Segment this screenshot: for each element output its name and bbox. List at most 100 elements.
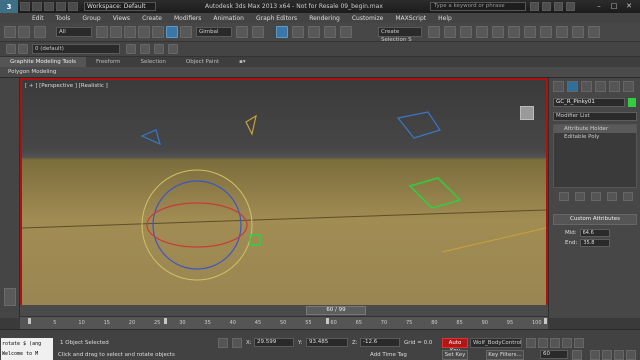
- motion-tab-icon[interactable]: [595, 81, 606, 92]
- open-file-icon[interactable]: [32, 2, 42, 11]
- rectangular-selection-icon[interactable]: [124, 26, 136, 38]
- remove-modifier-icon[interactable]: [607, 192, 617, 201]
- menu-group[interactable]: Group: [76, 15, 106, 22]
- current-frame-field[interactable]: 60: [540, 350, 568, 359]
- menu-customize[interactable]: Customize: [346, 15, 390, 22]
- named-selection-set-dropdown[interactable]: Create Selection S: [378, 27, 422, 43]
- display-tab-icon[interactable]: [609, 81, 620, 92]
- snaps-toggle-icon[interactable]: [276, 26, 288, 38]
- tab-selection[interactable]: Selection: [131, 57, 176, 67]
- curve-editor-icon[interactable]: [492, 26, 504, 38]
- select-scale-icon[interactable]: [180, 26, 192, 38]
- menu-help[interactable]: Help: [432, 15, 458, 22]
- tab-object-paint[interactable]: Object Paint: [176, 57, 229, 67]
- angle-snap-icon[interactable]: [292, 26, 304, 38]
- manage-layers-icon[interactable]: [6, 44, 16, 54]
- rendered-frame-icon[interactable]: [556, 26, 568, 38]
- ribbon-options-icon[interactable]: ▪▾: [229, 57, 256, 67]
- add-to-layer-icon[interactable]: [140, 44, 150, 54]
- select-rotate-icon[interactable]: [166, 26, 178, 38]
- undo-icon[interactable]: [4, 26, 16, 38]
- tab-graphite-modeling-tools[interactable]: Graphite Modeling Tools: [0, 57, 87, 67]
- previous-frame-icon[interactable]: [538, 338, 548, 348]
- show-end-result-icon[interactable]: [575, 192, 585, 201]
- modifier-list-dropdown[interactable]: Modifier List: [553, 112, 637, 121]
- pin-stack-icon[interactable]: [559, 192, 569, 201]
- visibility-icon[interactable]: [18, 44, 28, 54]
- custom-attributes-rollout[interactable]: Custom Attributes: [553, 214, 637, 225]
- perspective-viewport[interactable]: [ + ] [Perspective ] [Realistic ]: [20, 78, 548, 316]
- menu-views[interactable]: Views: [107, 15, 136, 22]
- graphite-toggle-icon[interactable]: [476, 26, 488, 38]
- set-key-button[interactable]: Set Key: [442, 350, 468, 360]
- end-spinner-input[interactable]: 35.8: [580, 239, 611, 247]
- keyframe-marker[interactable]: [164, 318, 167, 324]
- configure-sets-icon[interactable]: [623, 192, 633, 201]
- create-tab-icon[interactable]: [553, 81, 564, 92]
- keyframe-marker[interactable]: [326, 318, 329, 324]
- create-layer-icon[interactable]: [126, 44, 136, 54]
- undo-icon[interactable]: [56, 2, 66, 11]
- utilities-tab-icon[interactable]: [623, 81, 634, 92]
- minimize-button[interactable]: –: [592, 1, 606, 11]
- spinner-snap-icon[interactable]: [324, 26, 336, 38]
- track-bar[interactable]: 0510152025303540455055606570758085909510…: [20, 316, 548, 329]
- menu-rendering[interactable]: Rendering: [303, 15, 346, 22]
- auto-key-button[interactable]: Auto Key: [442, 338, 468, 354]
- edit-named-selections-icon[interactable]: [340, 26, 352, 38]
- tab-freeform[interactable]: Freeform: [86, 57, 131, 67]
- maxscript-listener[interactable]: rotate $ (ang Welcome to M: [1, 338, 53, 360]
- make-unique-icon[interactable]: [591, 192, 601, 201]
- app-logo-button[interactable]: 3: [0, 0, 18, 13]
- select-manipulate-icon[interactable]: [252, 26, 264, 38]
- star-icon[interactable]: [542, 2, 551, 11]
- viewcube[interactable]: [520, 106, 534, 120]
- next-frame-icon[interactable]: [562, 338, 572, 348]
- object-color-swatch[interactable]: [628, 98, 636, 107]
- hierarchy-tab-icon[interactable]: [581, 81, 592, 92]
- y-coordinate-field[interactable]: 93.485: [306, 338, 348, 347]
- menu-graph-editors[interactable]: Graph Editors: [250, 15, 303, 22]
- mid-spinner-input[interactable]: 64.6: [579, 229, 610, 237]
- viewport-layout-tab-icon[interactable]: [4, 288, 16, 306]
- x-coordinate-field[interactable]: 29.599: [254, 338, 294, 347]
- menu-create[interactable]: Create: [136, 15, 168, 22]
- select-in-layer-icon[interactable]: [154, 44, 164, 54]
- align-icon[interactable]: [444, 26, 456, 38]
- time-slider[interactable]: 60 / 99: [306, 306, 366, 315]
- selection-filter-dropdown[interactable]: All: [56, 27, 92, 37]
- add-time-tag[interactable]: Add Time Tag: [370, 352, 407, 358]
- menu-modifiers[interactable]: Modifiers: [168, 15, 207, 22]
- close-button[interactable]: ✕: [622, 1, 636, 11]
- select-object-icon[interactable]: [96, 26, 108, 38]
- menu-tools[interactable]: Tools: [50, 15, 77, 22]
- menu-animation[interactable]: Animation: [207, 15, 250, 22]
- selection-set-dropdown[interactable]: Wolf_BodyControl: [470, 338, 522, 348]
- key-filters-button[interactable]: Key Filters...: [486, 350, 524, 360]
- new-file-icon[interactable]: [20, 2, 30, 11]
- stack-item-attribute-holder[interactable]: Attribute Holder: [554, 125, 636, 133]
- material-editor-icon[interactable]: [524, 26, 536, 38]
- save-file-icon[interactable]: [44, 2, 54, 11]
- z-coordinate-field[interactable]: -12.6: [360, 338, 400, 347]
- menu-maxscript[interactable]: MAXScript: [389, 15, 432, 22]
- redo-icon[interactable]: [68, 2, 78, 11]
- set-current-layer-icon[interactable]: [168, 44, 178, 54]
- search-input[interactable]: Type a keyword or phrase: [430, 2, 526, 11]
- modify-tab-icon[interactable]: [567, 81, 578, 92]
- menu-edit[interactable]: Edit: [26, 15, 50, 22]
- info-icon[interactable]: [566, 2, 575, 11]
- go-to-start-icon[interactable]: [526, 338, 536, 348]
- layer-dropdown[interactable]: 0 (default): [32, 44, 120, 54]
- link-icon[interactable]: [34, 26, 46, 38]
- layer-manager-icon[interactable]: [460, 26, 472, 38]
- pan-icon[interactable]: [602, 350, 612, 360]
- maximize-viewport-icon[interactable]: [626, 350, 636, 360]
- orbit-icon[interactable]: [614, 350, 624, 360]
- help-icon[interactable]: [554, 2, 563, 11]
- mirror-icon[interactable]: [428, 26, 440, 38]
- time-config-icon[interactable]: [572, 350, 582, 360]
- reference-coordinate-dropdown[interactable]: Gimbal: [196, 27, 232, 37]
- play-icon[interactable]: [550, 338, 560, 348]
- render-production-icon[interactable]: [572, 26, 584, 38]
